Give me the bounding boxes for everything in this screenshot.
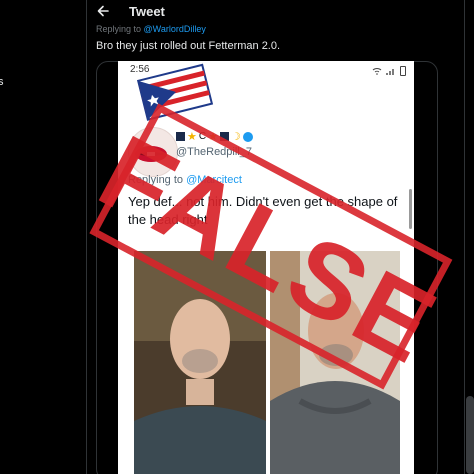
user-name-row: ★ C ★ ☽ [176, 130, 253, 143]
wifi-icon [372, 68, 382, 75]
user-handle: @TheRedpill_7 [176, 146, 252, 158]
status-icons [372, 66, 406, 76]
avatar [128, 127, 178, 177]
back-arrow-icon[interactable] [96, 4, 110, 18]
reply-text: Yep def... not him. Didn't even get the … [128, 194, 398, 227]
flag-emoji-icon [219, 132, 229, 141]
page-title: Tweet [129, 3, 165, 19]
verified-badge-icon [242, 131, 253, 142]
battery-icon [400, 66, 406, 76]
replying-handle-link[interactable]: @WarlordDilley [144, 24, 206, 34]
tweet-text: Bro they just rolled out Fetterman 2.0. [96, 40, 281, 52]
flag-logo-icon [136, 63, 214, 121]
replying-label: Replying to [128, 174, 184, 186]
moon-emoji-icon: ☽ [230, 131, 241, 143]
replying-to: Replying to @Marcitect [128, 174, 242, 186]
scrollbar-thumb[interactable] [466, 396, 474, 474]
signal-icon [386, 69, 394, 75]
replying-label: Replying to [96, 24, 142, 34]
column-divider [86, 0, 87, 474]
replying-handle: @Marcitect [186, 174, 242, 186]
photo-right [270, 251, 400, 474]
flag-emoji-icon [176, 132, 185, 141]
user-name: C [198, 131, 207, 142]
phone-scrollbar [409, 189, 412, 229]
left-navigation: s [0, 0, 86, 474]
column-divider [464, 0, 465, 474]
nav-label-fragment[interactable]: s [0, 76, 4, 88]
embedded-phone-screenshot: 2:56 ★ C ★ ☽ @TheRedpill_7 Replying to @… [118, 61, 414, 474]
photo-left [134, 251, 266, 474]
page-header: Tweet [87, 0, 464, 22]
star-emoji-icon: ★ [187, 131, 197, 143]
star-emoji-icon: ★ [208, 131, 218, 143]
replying-to: Replying to @WarlordDilley [96, 24, 206, 34]
